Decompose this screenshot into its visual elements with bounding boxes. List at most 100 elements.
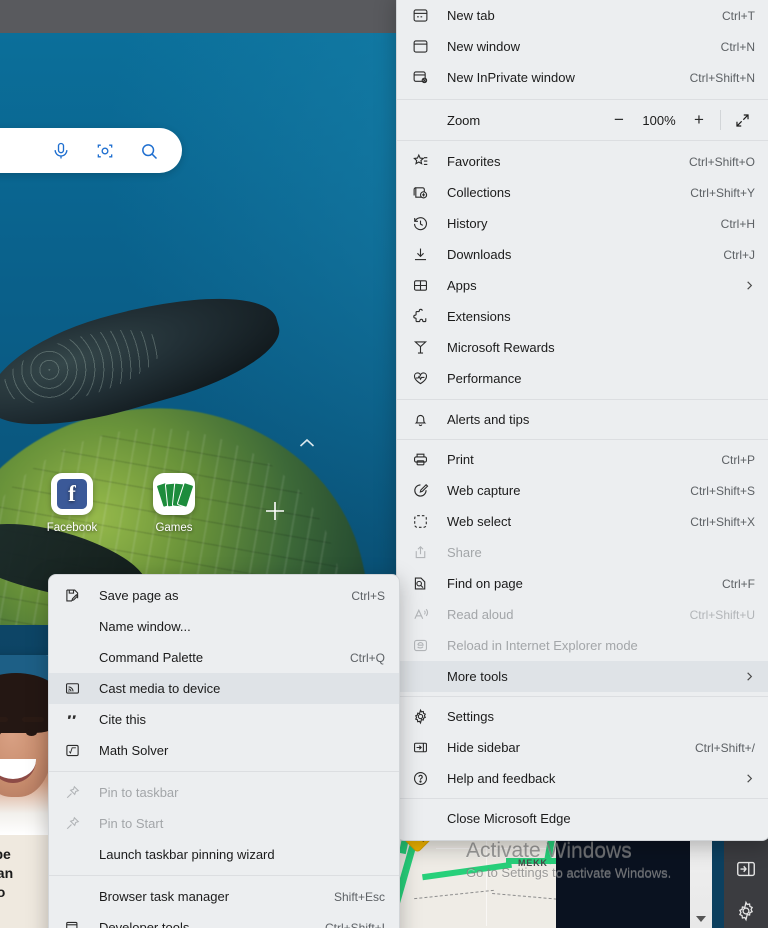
microphone-icon[interactable] bbox=[50, 140, 72, 162]
menu-item-label: Settings bbox=[447, 709, 494, 724]
submenu-item-pin-to-start[interactable]: Pin to Start bbox=[49, 808, 399, 839]
submenu-item-developer-tools[interactable]: Developer tools Ctrl+Shift+I bbox=[49, 912, 399, 928]
menu-item-label: Close Microsoft Edge bbox=[447, 811, 571, 826]
submenu-item-accelerator: Ctrl+S bbox=[351, 588, 385, 603]
menu-item-settings[interactable]: Settings bbox=[397, 701, 768, 732]
more-tools-icon-placeholder bbox=[409, 667, 431, 687]
menu-item-label: History bbox=[447, 216, 488, 231]
menu-item-alerts-and-tips[interactable]: Alerts and tips bbox=[397, 404, 768, 435]
fullscreen-icon[interactable] bbox=[725, 105, 759, 135]
menu-item-history[interactable]: History Ctrl+H bbox=[397, 208, 768, 239]
mouse-cursor-crosshair bbox=[265, 501, 285, 521]
menu-item-accelerator: Ctrl+P bbox=[721, 452, 755, 467]
sidebar-settings-gear-icon[interactable] bbox=[735, 900, 757, 922]
menu-item-favorites[interactable]: Favorites Ctrl+Shift+O bbox=[397, 146, 768, 177]
shortcut-games[interactable]: Games bbox=[134, 473, 214, 534]
edge-settings-menu[interactable]: New tab Ctrl+T New window Ctrl+N New InP… bbox=[396, 0, 768, 841]
menu-item-print[interactable]: Print Ctrl+P bbox=[397, 444, 768, 475]
scroll-down-arrow-icon[interactable] bbox=[696, 916, 706, 922]
menu-item-close-microsoft-edge[interactable]: Close Microsoft Edge bbox=[397, 803, 768, 834]
menu-item-label: Share bbox=[447, 545, 482, 560]
map-place-label: MEKK bbox=[518, 858, 548, 868]
menu-item-microsoft-rewards[interactable]: Microsoft Rewards bbox=[397, 332, 768, 363]
submenu-item-save-page-as[interactable]: Save page as Ctrl+S bbox=[49, 580, 399, 611]
history-clock-icon bbox=[409, 214, 431, 234]
menu-item-collections[interactable]: Collections Ctrl+Shift+Y bbox=[397, 177, 768, 208]
submenu-item-label: Launch taskbar pinning wizard bbox=[99, 847, 275, 862]
menu-item-label: Alerts and tips bbox=[447, 412, 530, 427]
zoom-out-icon[interactable]: − bbox=[602, 105, 636, 135]
zoom-value: 100% bbox=[642, 112, 676, 128]
menu-item-read-aloud[interactable]: Read aloud Ctrl+Shift+U bbox=[397, 599, 768, 630]
menu-item-accelerator: Ctrl+Shift+Y bbox=[690, 185, 755, 200]
games-glyph bbox=[155, 481, 195, 509]
menu-item-label: Favorites bbox=[447, 154, 501, 169]
print-icon bbox=[409, 450, 431, 470]
pinning-wizard-icon-placeholder bbox=[61, 845, 83, 865]
menu-item-accelerator: Ctrl+Shift+U bbox=[689, 607, 755, 622]
search-input[interactable] bbox=[0, 128, 182, 173]
menu-item-label: New tab bbox=[447, 8, 495, 23]
menu-item-accelerator: Ctrl+Shift+S bbox=[690, 483, 755, 498]
menu-item-hide-sidebar[interactable]: Hide sidebar Ctrl+Shift+/ bbox=[397, 732, 768, 763]
submenu-item-label: Cite this bbox=[99, 712, 146, 727]
zoom-divider bbox=[720, 110, 721, 130]
menu-item-find-on-page[interactable]: Find on page Ctrl+F bbox=[397, 568, 768, 599]
submenu-item-pin-to-taskbar[interactable]: Pin to taskbar bbox=[49, 777, 399, 808]
bell-icon bbox=[409, 410, 431, 430]
submenu-item-launch-taskbar-pinning-wizard[interactable]: Launch taskbar pinning wizard bbox=[49, 839, 399, 870]
menu-item-label: Read aloud bbox=[447, 607, 514, 622]
menu-item-label: Print bbox=[447, 452, 474, 467]
more-tools-submenu[interactable]: Save page as Ctrl+S Name window... Comma… bbox=[48, 574, 400, 928]
submenu-item-command-palette[interactable]: Command Palette Ctrl+Q bbox=[49, 642, 399, 673]
submenu-item-label: Pin to Start bbox=[99, 816, 164, 831]
menu-item-accelerator: Ctrl+N bbox=[720, 39, 755, 54]
submenu-item-name-window[interactable]: Name window... bbox=[49, 611, 399, 642]
task-manager-icon-placeholder bbox=[61, 887, 83, 907]
menu-item-label: Apps bbox=[447, 278, 477, 293]
find-on-page-icon bbox=[409, 574, 431, 594]
search-icon[interactable] bbox=[138, 140, 160, 162]
menu-item-web-select[interactable]: Web select Ctrl+Shift+X bbox=[397, 506, 768, 537]
menu-item-performance[interactable]: Performance bbox=[397, 363, 768, 394]
menu-item-zoom[interactable]: Zoom − 100% + bbox=[397, 100, 768, 140]
apps-grid-icon bbox=[409, 276, 431, 296]
menu-item-share[interactable]: Share bbox=[397, 537, 768, 568]
menu-item-label: Downloads bbox=[447, 247, 512, 262]
submenu-item-math-solver[interactable]: Math Solver bbox=[49, 735, 399, 766]
shortcut-facebook[interactable]: f Facebook bbox=[32, 473, 112, 534]
extensions-puzzle-icon bbox=[409, 307, 431, 327]
math-solver-icon bbox=[61, 741, 83, 761]
menu-item-accelerator: Ctrl+Shift+O bbox=[688, 154, 755, 169]
menu-item-label: Help and feedback bbox=[447, 771, 556, 786]
chevron-up-icon[interactable] bbox=[299, 438, 315, 448]
screen: f Facebook Games e an o MEKK Activate Wi… bbox=[0, 0, 768, 928]
menu-item-new-tab[interactable]: New tab Ctrl+T bbox=[397, 0, 768, 31]
menu-item-apps[interactable]: Apps bbox=[397, 270, 768, 301]
submenu-item-label: Cast media to device bbox=[99, 681, 221, 696]
performance-heart-icon bbox=[409, 369, 431, 389]
menu-item-label: More tools bbox=[447, 669, 508, 684]
menu-item-help-and-feedback[interactable]: Help and feedback bbox=[397, 763, 768, 794]
menu-item-downloads[interactable]: Downloads Ctrl+J bbox=[397, 239, 768, 270]
menu-item-reload-in-ie-mode[interactable]: Reload in Internet Explorer mode bbox=[397, 630, 768, 661]
favorites-star-icon bbox=[409, 152, 431, 172]
show-sidebar-icon[interactable] bbox=[735, 858, 757, 880]
menu-item-more-tools[interactable]: More tools bbox=[397, 661, 768, 692]
submenu-item-browser-task-manager[interactable]: Browser task manager Shift+Esc bbox=[49, 881, 399, 912]
menu-item-accelerator: Ctrl+Shift+X bbox=[690, 514, 755, 529]
menu-item-extensions[interactable]: Extensions bbox=[397, 301, 768, 332]
save-page-icon bbox=[61, 586, 83, 606]
menu-item-new-window[interactable]: New window Ctrl+N bbox=[397, 31, 768, 62]
submenu-item-cite-this[interactable]: Cite this bbox=[49, 704, 399, 735]
menu-item-web-capture[interactable]: Web capture Ctrl+Shift+S bbox=[397, 475, 768, 506]
inprivate-window-icon bbox=[409, 68, 431, 88]
submenu-item-label: Save page as bbox=[99, 588, 179, 603]
menu-item-label: Hide sidebar bbox=[447, 740, 520, 755]
submenu-item-cast-media-to-device[interactable]: Cast media to device bbox=[49, 673, 399, 704]
zoom-in-icon[interactable]: + bbox=[682, 105, 716, 135]
camera-lens-icon[interactable] bbox=[94, 140, 116, 162]
new-tab-icon bbox=[409, 6, 431, 26]
menu-item-label: Microsoft Rewards bbox=[447, 340, 555, 355]
menu-item-new-inprivate-window[interactable]: New InPrivate window Ctrl+Shift+N bbox=[397, 62, 768, 93]
